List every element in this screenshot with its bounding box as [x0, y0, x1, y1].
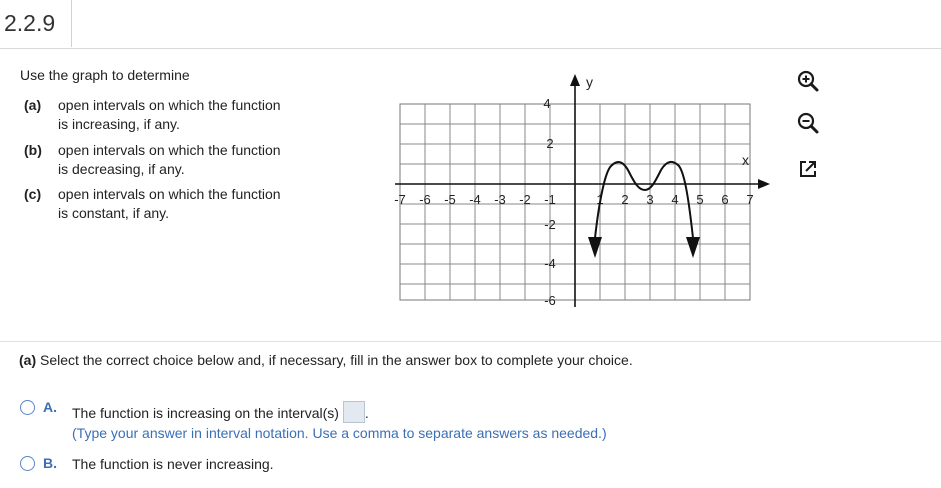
- x-tick-label: -7: [394, 192, 406, 207]
- problem-number: 2.2.9: [0, 0, 72, 47]
- x-tick-label: -3: [494, 192, 506, 207]
- popout-icon[interactable]: [795, 156, 821, 182]
- x-tick-label: -4: [469, 192, 481, 207]
- x-axis-label: x: [742, 152, 749, 168]
- part-a-label: (a): [19, 352, 37, 368]
- x-tick-label: -6: [419, 192, 431, 207]
- x-tick-label: 3: [646, 192, 653, 207]
- y-axis-label: y: [586, 74, 593, 90]
- problem-header: 2.2.9: [0, 0, 941, 49]
- y-tick-label: 2: [546, 136, 553, 151]
- x-tick-labels: -7 -6 -5 -4 -3 -2 -1 1 2 3 4 5 6 7: [394, 192, 753, 207]
- x-tick-label: 5: [696, 192, 703, 207]
- option-a-radio[interactable]: [20, 400, 35, 415]
- x-axis-arrow: [758, 179, 770, 189]
- question-item-text: open intervals on which the function is …: [58, 186, 281, 221]
- part-a-instruction-text: Select the correct choice below and, if …: [40, 352, 633, 368]
- option-a-hint: (Type your answer in interval notation. …: [72, 425, 607, 441]
- y-tick-label: -6: [544, 293, 556, 308]
- question-item-label: (a): [24, 97, 42, 113]
- question-item-label: (c): [24, 186, 42, 202]
- x-tick-label: -1: [544, 192, 556, 207]
- y-tick-label: -2: [544, 217, 556, 232]
- option-b-letter: B.: [43, 455, 57, 471]
- y-tick-label: -4: [544, 256, 556, 271]
- question-intro: Use the graph to determine: [20, 67, 190, 83]
- zoom-in-icon[interactable]: [795, 68, 821, 94]
- section-divider: [0, 341, 941, 342]
- y-axis-arrow: [570, 74, 580, 86]
- x-tick-label: 2: [621, 192, 628, 207]
- zoom-out-icon[interactable]: [795, 110, 821, 136]
- x-tick-label: 6: [721, 192, 728, 207]
- option-a-trailing: .: [364, 405, 369, 421]
- x-tick-label: -5: [444, 192, 456, 207]
- x-tick-label: 7: [746, 192, 753, 207]
- y-tick-label: 4: [543, 96, 550, 111]
- part-a-instruction: (a) Select the correct choice below and,…: [19, 352, 633, 368]
- option-a-text: The function is increasing on the interv…: [72, 405, 339, 421]
- function-graph: x y -7 -6 -5 -4 -3 -2 -1 1 2 3 4 5 6 7 4…: [394, 74, 770, 308]
- option-a-letter: A.: [43, 399, 57, 415]
- x-tick-label: 4: [671, 192, 678, 207]
- option-b-text: The function is never increasing.: [72, 456, 274, 472]
- option-b-radio[interactable]: [20, 456, 35, 471]
- x-tick-label: -2: [519, 192, 531, 207]
- curve-arrow-right: [686, 237, 700, 258]
- interval-answer-input[interactable]: [342, 401, 365, 423]
- option-a-text-row: The function is increasing on the interv…: [72, 401, 369, 423]
- question-item-text: open intervals on which the function is …: [58, 142, 281, 177]
- question-item-text: open intervals on which the function is …: [58, 97, 281, 132]
- question-item-label: (b): [24, 142, 42, 158]
